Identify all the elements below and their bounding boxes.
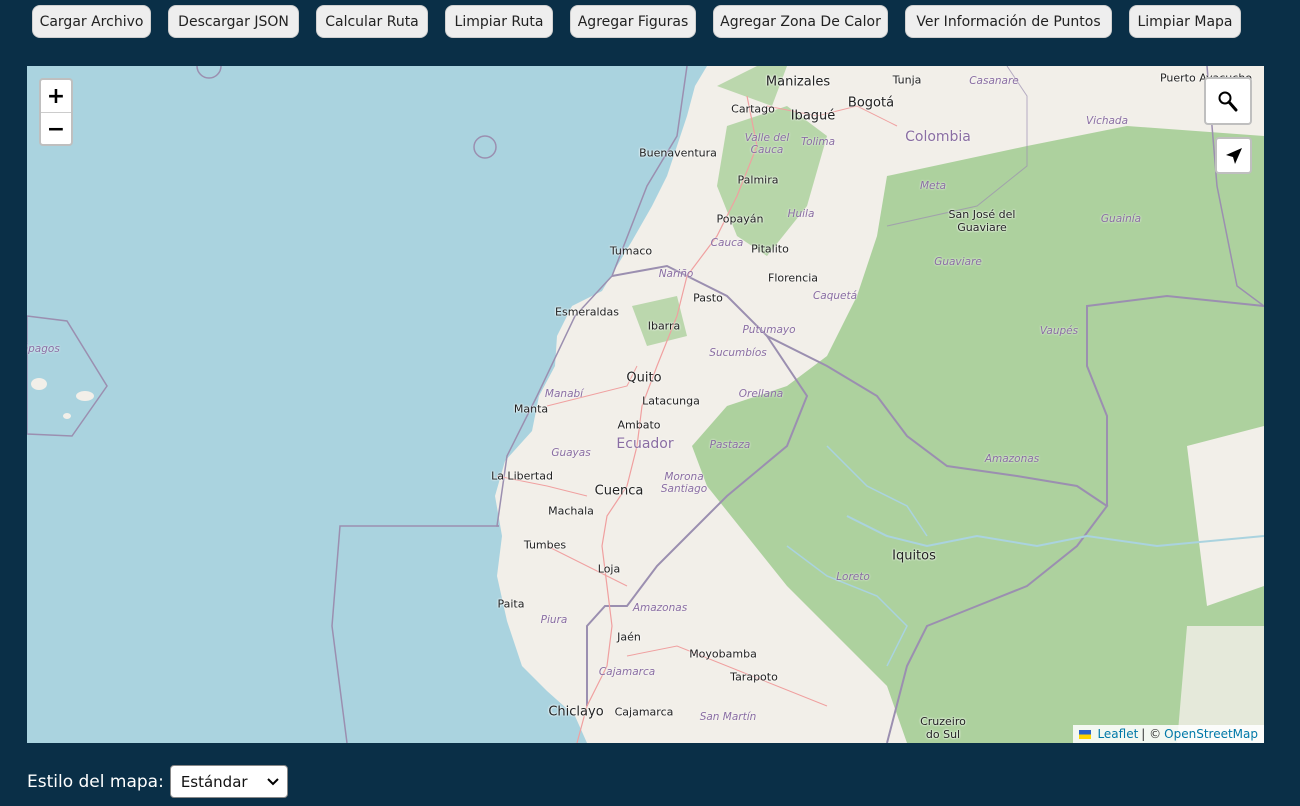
label-city-quito: Quito xyxy=(626,370,662,386)
label-city-la-libertad: La Libertad xyxy=(491,469,553,483)
label-city-manizales: Manizales xyxy=(765,74,831,90)
label-region-vaupes: Vaupés xyxy=(1039,325,1079,337)
zoom-out-button[interactable]: − xyxy=(41,113,71,144)
label-city-bogota: Bogotá xyxy=(847,95,895,111)
label-city-loja: Loja xyxy=(597,562,621,576)
label-city-tarapoto: Tarapoto xyxy=(730,670,778,684)
label-city-cajamarca: Cajamarca xyxy=(614,705,674,719)
map-style-select[interactable]: Estándar xyxy=(169,765,288,798)
label-city-machala: Machala xyxy=(548,504,594,518)
label-city-popayan: Popayán xyxy=(716,212,764,226)
label-city-ibarra: Ibarra xyxy=(647,319,681,333)
label-region-guaviare: Guaviare xyxy=(934,256,982,268)
label-region-cauca: Cauca xyxy=(710,237,744,249)
add-shapes-button[interactable]: Agregar Figuras xyxy=(570,5,696,38)
label-city-moyobamba: Moyobamba xyxy=(689,647,757,661)
locate-arrow-icon xyxy=(1225,147,1242,164)
label-city-tumbes: Tumbes xyxy=(523,538,567,552)
label-city-florencia: Florencia xyxy=(768,271,818,285)
attribution-separator: | © xyxy=(1141,727,1162,741)
label-region-guainia: Guainía xyxy=(1100,213,1142,225)
label-region-cajamarca: Cajamarca xyxy=(598,666,656,678)
label-region-putumayo: Putumayo xyxy=(742,324,796,336)
label-region-pastaza: Pastaza xyxy=(709,439,751,451)
label-city-tunja: Tunja xyxy=(892,73,922,87)
label-city-pasto: Pasto xyxy=(693,291,723,305)
label-city-latacunga: Latacunga xyxy=(642,394,700,408)
label-city-jaen: Jaén xyxy=(617,630,641,644)
ukraine-flag-icon xyxy=(1079,729,1092,739)
label-city-tumaco: Tumaco xyxy=(609,244,653,258)
map-style-label: Estilo del mapa: xyxy=(27,771,164,792)
label-region-guayas: Guayas xyxy=(551,447,591,459)
zoom-control: + − xyxy=(39,78,73,146)
locate-button[interactable] xyxy=(1215,137,1252,174)
label-city-pitalito: Pitalito xyxy=(751,242,789,256)
label-region-loreto: Loreto xyxy=(836,571,870,583)
load-file-button[interactable]: Cargar Archivo xyxy=(32,5,151,38)
label-country-ecuador: Ecuador xyxy=(616,436,674,452)
label-region-sucumbios: Sucumbíos xyxy=(709,347,767,359)
label-region-piura: Piura xyxy=(540,614,568,626)
label-city-ibague: Ibagué xyxy=(790,108,836,124)
label-city-paita: Paita xyxy=(497,597,525,611)
label-city-iquitos: Iquitos xyxy=(892,548,936,564)
calculate-route-button[interactable]: Calcular Ruta xyxy=(316,5,428,38)
map-style-selected-value: Estándar xyxy=(180,772,248,791)
label-region-galapagos: Galápagos xyxy=(27,343,60,355)
label-country-colombia: Colombia xyxy=(905,129,971,145)
label-region-huila: Huila xyxy=(787,208,815,220)
toolbar: Cargar Archivo Descargar JSON Calcular R… xyxy=(0,0,1300,44)
label-city-buenaventura: Buenaventura xyxy=(639,146,717,160)
openstreetmap-link[interactable]: OpenStreetMap xyxy=(1164,727,1258,741)
view-point-info-button[interactable]: Ver Información de Puntos xyxy=(905,5,1112,38)
label-region-valle-del-cauca: Valle del Cauca xyxy=(744,132,790,156)
map-style-row: Estilo del mapa: Estándar xyxy=(27,765,288,798)
leaflet-link[interactable]: Leaflet xyxy=(1097,727,1138,741)
label-region-amazonas-pe: Amazonas xyxy=(632,602,688,614)
label-region-meta: Meta xyxy=(919,180,947,192)
search-icon xyxy=(1218,91,1238,112)
label-city-ambato: Ambato xyxy=(617,418,661,432)
label-city-esmeraldas: Esmeraldas xyxy=(555,305,619,319)
clear-map-button[interactable]: Limpiar Mapa xyxy=(1129,5,1241,38)
label-city-palmira: Palmira xyxy=(737,173,779,187)
label-region-manabi: Manabí xyxy=(544,388,584,400)
label-region-casanare: Casanare xyxy=(969,75,1019,87)
label-region-amazonas-co: Amazonas xyxy=(984,453,1040,465)
label-region-vichada: Vichada xyxy=(1085,115,1129,127)
map-attribution: Leaflet | © OpenStreetMap xyxy=(1073,725,1264,743)
label-city-san-jose-del-guaviare: San José del Guaviare xyxy=(948,208,1016,234)
zoom-in-button[interactable]: + xyxy=(41,80,71,113)
label-city-manta: Manta xyxy=(513,402,549,416)
label-city-cuenca: Cuenca xyxy=(594,483,644,499)
label-region-morona-santiago: Morona Santiago xyxy=(660,471,708,495)
search-button[interactable] xyxy=(1204,77,1252,125)
label-region-orellana: Orellana xyxy=(738,388,784,400)
label-region-tolima: Tolima xyxy=(800,136,836,148)
add-heat-zone-button[interactable]: Agregar Zona De Calor xyxy=(713,5,888,38)
label-city-cartago: Cartago xyxy=(731,102,775,116)
label-city-chiclayo: Chiclayo xyxy=(548,704,604,720)
download-json-button[interactable]: Descargar JSON xyxy=(168,5,299,38)
chevron-down-icon xyxy=(267,777,279,785)
clear-route-button[interactable]: Limpiar Ruta xyxy=(445,5,553,38)
map-view[interactable]: Puerto Ayacucho Manizales Bogotá Tunja C… xyxy=(27,66,1264,743)
label-city-cruzeiro-do-sul: Cruzeiro do Sul xyxy=(920,715,966,741)
label-region-san-martin: San Martín xyxy=(699,711,757,723)
label-region-narino: Nariño xyxy=(658,268,694,280)
label-region-caqueta: Caquetá xyxy=(812,290,858,302)
